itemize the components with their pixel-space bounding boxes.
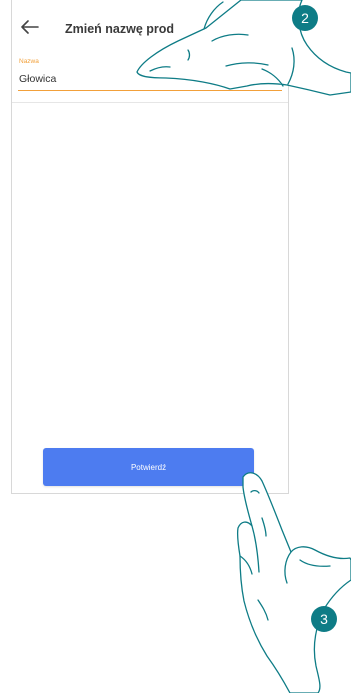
phone-screen: Zmień nazwę prod Nazwa Potwierdź xyxy=(11,0,289,494)
page-title: Zmień nazwę prod xyxy=(65,22,175,36)
step-2-badge: 2 xyxy=(292,5,318,31)
step-3-badge: 3 xyxy=(311,606,337,632)
app-bar: Zmień nazwę prod xyxy=(12,0,288,52)
name-input[interactable] xyxy=(19,73,269,85)
confirm-button[interactable]: Potwierdź xyxy=(43,448,254,486)
instruction-illustration: Zmień nazwę prod Nazwa Potwierdź xyxy=(0,0,351,693)
name-field-label: Nazwa xyxy=(19,58,39,65)
field-underline xyxy=(18,90,282,91)
divider xyxy=(12,102,288,103)
arrow-left-icon[interactable] xyxy=(21,20,39,34)
name-field[interactable]: Nazwa xyxy=(18,56,282,91)
